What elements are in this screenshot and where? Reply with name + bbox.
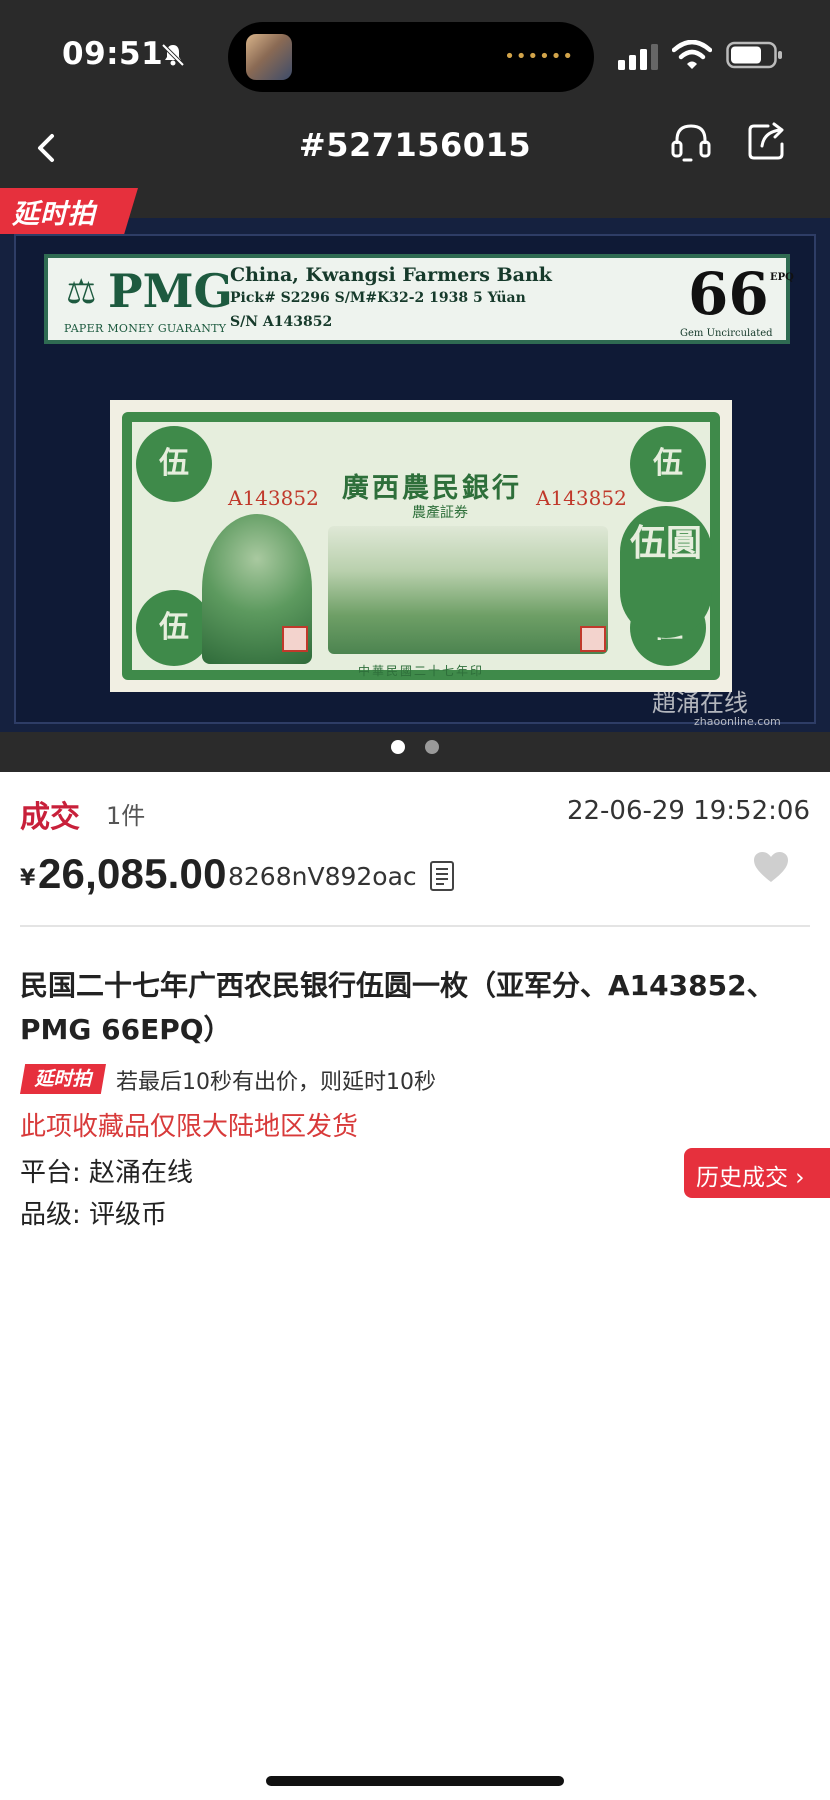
history-deals-button[interactable]: 历史成交 › [684,1148,830,1198]
gallery-pager-bar [0,732,830,772]
price-amount: 26,085.00 [38,850,227,897]
pmg-tagline: PAPER MONEY GUARANTY [64,322,227,335]
banknote-farm-scene [328,526,608,654]
wifi-icon [672,40,712,69]
platform-info: 平台: 赵涌在线 [20,1158,194,1188]
banknote-corner: 伍 [136,590,212,666]
banknote-date: 中華民國二十七年印 [358,664,485,678]
deal-time: 22-06-29 19:52:06 [566,796,810,826]
banknote-subtitle: 農產証券 [412,505,468,521]
pmg-label: ⚖ PMG PAPER MONEY GUARANTY China, Kwangs… [44,254,794,344]
live-activity-thumbnail [246,34,292,80]
scales-icon: ⚖ [66,272,97,312]
pmg-catalog: Pick# S2296 S/M#K32-2 1938 5 Yüan [230,290,526,306]
item-title: 民国二十七年广西农民银行伍圆一枚（亚军分、A143852、PMG 66EPQ） [20,969,775,1046]
pmg-bank-name: China, Kwangsi Farmers Bank [230,264,552,286]
watermark-url: zhaoonline.com [694,715,781,728]
bell-muted-icon [161,43,185,67]
deal-status: 成交 [20,800,80,835]
banknote-serial-left: A143852 [228,486,319,510]
favorite-heart-icon[interactable] [752,850,790,884]
dynamic-island[interactable]: •••••• [228,22,594,92]
pager-dot[interactable] [425,740,439,754]
shipping-notice: 此项收藏品仅限大陆地区发货 [20,1112,359,1142]
watermark-text: 趙涌在线 [652,689,748,717]
deal-quantity: 1件 [106,802,146,830]
pmg-epq: EPQ [770,272,794,283]
pmg-serial: S/N A143852 [230,314,333,330]
island-dots-icon: •••••• [504,46,574,67]
home-indicator[interactable] [266,1776,564,1786]
seal-stamp-right [580,626,606,652]
banknote: 伍 伍 伍 伍 廣西農民銀行 農產証券 A143852 A143852 伍圓 中… [110,400,732,692]
cellular-signal-icon [618,44,658,70]
document-icon[interactable] [428,860,456,892]
delay-auction-badge: 延时拍 [0,188,138,234]
share-icon[interactable] [744,118,790,164]
pager-dot-active[interactable] [391,740,405,754]
banknote-frame: 伍 伍 伍 伍 廣西農民銀行 農產証券 A143852 A143852 伍圓 中… [122,412,720,680]
seal-stamp-left [282,626,308,652]
banknote-serial-right: A143852 [536,486,627,510]
customer-service-icon[interactable] [668,120,714,166]
banknote-value: 伍圓 [620,506,712,638]
status-time: 09:51 [62,36,164,72]
pmg-grade: 66 [688,260,769,328]
banknote-corner: 伍 [630,426,706,502]
delay-auction-badge-small: 延时拍 [20,1064,106,1094]
pmg-grade-desc: Gem Uncirculated [680,328,773,339]
price-currency: ¥ [20,866,36,891]
banknote-issuer: 廣西農民銀行 [342,473,522,504]
watermark: 趙涌在线 zhaoonline.com [652,690,812,732]
battery-icon [726,41,782,69]
grade-info: 品级: 评级币 [20,1200,168,1230]
buyer-id: 8268nV892oac [228,862,417,891]
section-divider [20,925,810,927]
pmg-logo: PMG [108,264,233,318]
banknote-corner: 伍 [136,426,212,502]
delay-rule-text: 若最后10秒有出价，则延时10秒 [116,1070,436,1095]
